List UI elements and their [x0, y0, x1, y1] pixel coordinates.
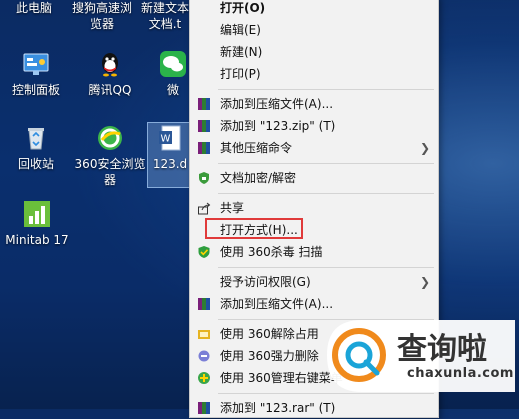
menu-item-label: 使用 360解除占用: [220, 327, 319, 341]
menu-item-360-scan[interactable]: 使用 360杀毒 扫描: [190, 241, 438, 263]
svg-text:W: W: [161, 134, 171, 145]
menu-separator: [218, 267, 434, 268]
menu-item-add-to-rar[interactable]: 添加到 "123.rar" (T): [190, 397, 438, 419]
shield-icon: [199, 172, 209, 184]
menu-item-label: 添加到 "123.zip" (T): [220, 119, 336, 133]
desktop-icon-label: Minitab 17: [5, 233, 69, 247]
qq-penguin-icon: [102, 53, 118, 77]
winrar-books-icon: [198, 402, 210, 414]
menu-item-label: 添加到压缩文件(A)...: [220, 297, 334, 311]
menu-item-add-to-zip[interactable]: 添加到 "123.zip" (T): [190, 115, 438, 137]
menu-item-print[interactable]: 打印(P): [190, 63, 438, 85]
desktop-icon-minitab[interactable]: Minitab 17: [2, 200, 72, 248]
winrar-books-icon: [198, 142, 210, 154]
desktop-icon-control-panel[interactable]: 控制面板: [4, 50, 68, 98]
360-force-delete-icon: [198, 350, 210, 362]
menu-separator: [218, 89, 434, 90]
winrar-books-icon: [198, 98, 210, 110]
menu-item-share[interactable]: 共享: [190, 197, 438, 219]
desktop-icon-label: 123.d: [152, 157, 188, 171]
watermark: 查询啦 chaxunla.com: [325, 318, 515, 392]
wechat-icon: [160, 51, 186, 77]
desktop-icon-new-text-doc[interactable]: 新建文本文档.t: [140, 0, 190, 32]
360-antivirus-shield-icon: [198, 246, 210, 258]
desktop-icon-sogou-browser[interactable]: 搜狗高速浏览器: [70, 0, 134, 32]
winrar-books-icon: [198, 298, 210, 310]
recycle-bin-icon: [28, 128, 44, 150]
desktop-icon-label: 腾讯QQ: [88, 83, 132, 97]
menu-item-label: 授予访问权限(G): [220, 275, 311, 289]
watermark-title: 查询啦: [397, 332, 487, 367]
360-plus-icon: [198, 372, 210, 384]
menu-separator: [218, 393, 434, 394]
desktop-icon-label: 回收站: [17, 157, 54, 171]
menu-item-label: 打开(O): [220, 1, 266, 15]
minitab-icon: [24, 201, 50, 227]
menu-item-label: 使用 360杀毒 扫描: [220, 245, 323, 259]
menu-separator: [218, 163, 434, 164]
menu-item-label: 使用 360强力删除: [220, 349, 319, 363]
360-unlock-icon: [198, 330, 210, 339]
watermark-subtitle: chaxunla.com: [407, 366, 514, 381]
share-icon: [198, 202, 211, 215]
chevron-right-icon: ❯: [419, 275, 430, 289]
desktop-icon-label: 新建文本文档.t: [140, 1, 189, 31]
desktop-icon-this-pc[interactable]: 此电脑: [2, 0, 66, 16]
menu-item-new[interactable]: 新建(N): [190, 41, 438, 63]
winrar-books-icon: [198, 120, 210, 132]
menu-item-edit[interactable]: 编辑(E): [190, 19, 438, 41]
menu-item-label: 编辑(E): [220, 23, 261, 37]
menu-item-open[interactable]: 打开(O): [190, 0, 438, 19]
menu-separator: [218, 193, 434, 194]
menu-item-add-to-archive-2[interactable]: 添加到压缩文件(A)...: [190, 293, 438, 315]
menu-item-label: 新建(N): [220, 45, 263, 59]
menu-item-add-to-archive[interactable]: 添加到压缩文件(A)...: [190, 93, 438, 115]
desktop-icon-360-browser[interactable]: 360安全浏览器: [72, 124, 148, 188]
menu-item-label: 文档加密/解密: [220, 171, 297, 185]
menu-item-label: 打印(P): [220, 67, 261, 81]
desktop-icon-tencent-qq[interactable]: 腾讯QQ: [78, 50, 142, 98]
menu-item-other-compress[interactable]: 其他压缩命令 ❯: [190, 137, 438, 159]
word-document-icon: W: [159, 125, 181, 151]
desktop-icon-label: 微: [166, 83, 179, 97]
desktop-icon-label: 搜狗高速浏览器: [71, 1, 132, 31]
open-with-highlight-box: [205, 218, 303, 239]
desktop-icon-wechat[interactable]: 微: [156, 50, 190, 98]
control-panel-icon: [23, 53, 49, 75]
menu-item-encrypt[interactable]: 文档加密/解密: [190, 167, 438, 189]
menu-item-label: 添加到 "123.rar" (T): [220, 401, 336, 415]
desktop-icon-recycle-bin[interactable]: 回收站: [4, 124, 68, 172]
desktop-icon-label: 360安全浏览器: [74, 157, 146, 187]
menu-item-label: 其他压缩命令: [220, 141, 293, 155]
desktop-icon-123-doc[interactable]: W 123.d: [150, 124, 190, 172]
chevron-right-icon: ❯: [419, 141, 430, 155]
360-browser-icon: [98, 126, 122, 150]
menu-item-label: 添加到压缩文件(A)...: [220, 97, 334, 111]
desktop-icon-label: 控制面板: [11, 83, 60, 97]
menu-item-label: 共享: [220, 201, 245, 215]
menu-item-grant-access[interactable]: 授予访问权限(G) ❯: [190, 271, 438, 293]
desktop-icon-label: 此电脑: [15, 1, 52, 15]
